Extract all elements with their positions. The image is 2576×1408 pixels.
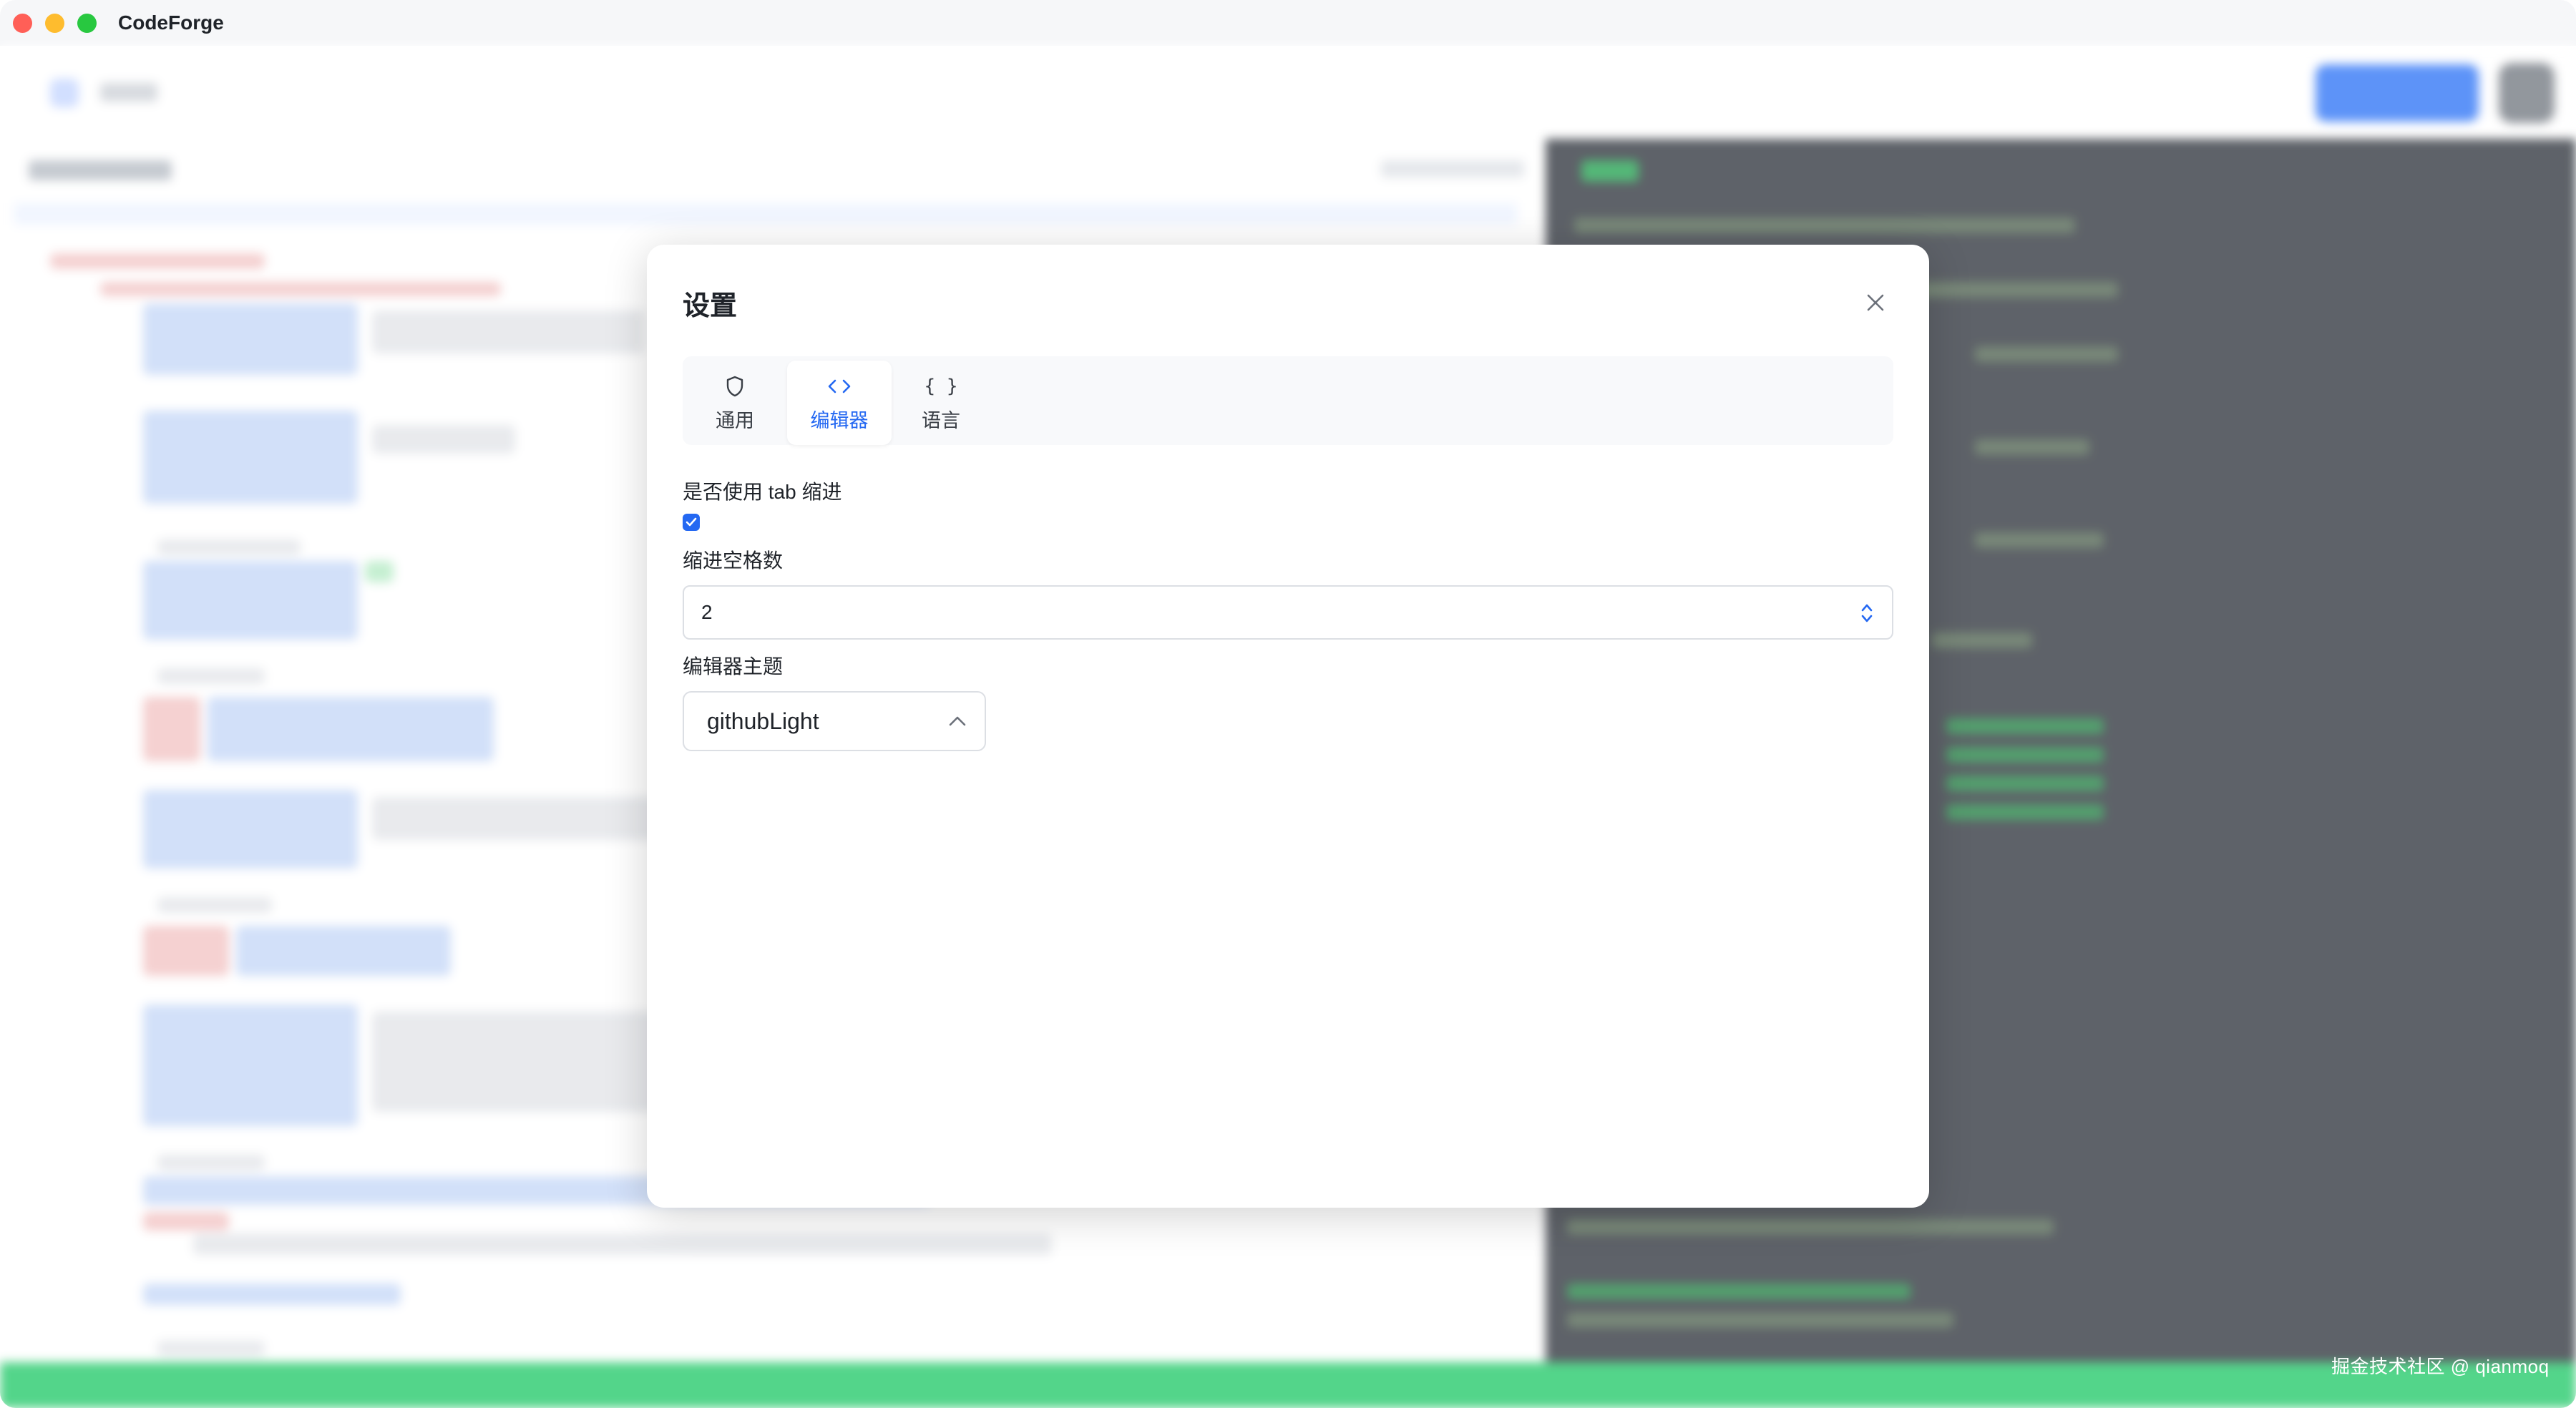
chevron-up-icon: [946, 710, 969, 733]
indent-spaces-value: 2: [701, 601, 713, 623]
tab-label: 语言: [922, 409, 960, 431]
indent-spaces-input[interactable]: 2: [683, 585, 1893, 640]
braces-icon: { }: [924, 375, 958, 397]
close-window-button[interactable]: [13, 13, 32, 33]
settings-dialog: 设置 通用 编辑器 {} 语言 是否使用 tab 缩进 缩进空格数 2 编辑器…: [647, 245, 1929, 1208]
window-controls: [13, 13, 97, 33]
title-bar: CodeForge: [0, 0, 2576, 46]
code-icon: [827, 373, 852, 399]
settings-tabs: 通用 编辑器 { } 语言: [683, 356, 1893, 445]
editor-theme-select[interactable]: githubLight: [683, 691, 986, 751]
dialog-title: 设置: [683, 291, 738, 321]
tab-label: 编辑器: [810, 409, 869, 431]
indent-spaces-label: 缩进空格数: [683, 549, 784, 572]
tab-label: 通用: [716, 409, 754, 431]
use-tab-indent-checkbox[interactable]: [683, 514, 700, 531]
tab-general[interactable]: 通用: [683, 361, 787, 445]
tab-editor[interactable]: 编辑器: [787, 361, 892, 445]
stepper-arrows-icon: [1861, 604, 1873, 622]
app-window: CodeForge 设置 通用 编辑器 {} 语言 是否使用 tab 缩进 缩…: [0, 0, 2576, 1408]
minimize-window-button[interactable]: [45, 13, 64, 33]
app-title: CodeForge: [118, 11, 224, 34]
tab-language[interactable]: { } 语言: [889, 361, 993, 445]
editor-theme-value: githubLight: [707, 708, 819, 734]
close-icon: [1867, 294, 1884, 311]
close-dialog-button[interactable]: [1858, 285, 1893, 321]
number-stepper[interactable]: [1858, 600, 1876, 627]
use-tab-indent-label: 是否使用 tab 缩进: [683, 481, 842, 503]
shield-icon: [726, 373, 744, 399]
editor-theme-label: 编辑器主题: [683, 655, 784, 678]
maximize-window-button[interactable]: [77, 13, 97, 33]
check-icon: [686, 517, 697, 527]
watermark: 掘金技术社区 @ qianmoq: [2331, 1356, 2550, 1377]
